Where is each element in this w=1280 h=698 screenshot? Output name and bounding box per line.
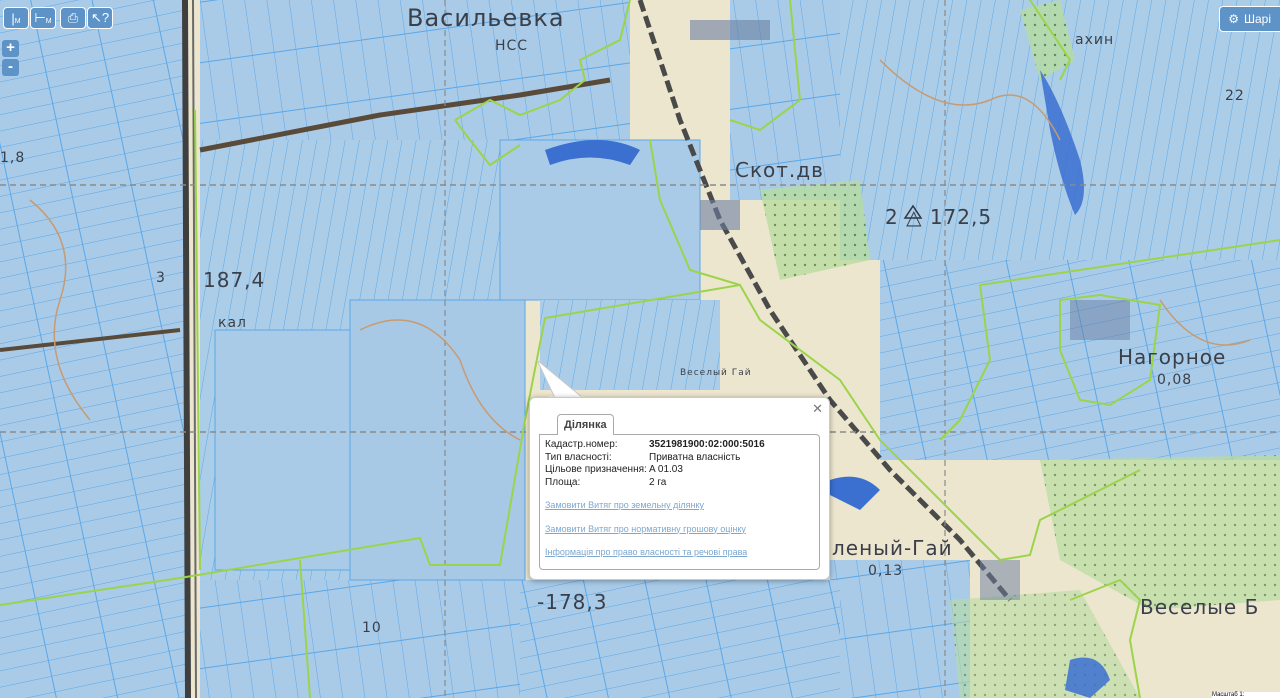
field-value: 2 га [649, 476, 667, 488]
map-label-elevation: 187,4 [203, 268, 266, 292]
tools-group: ⎙ ↖? [60, 7, 113, 29]
print-button[interactable]: ⎙ [60, 7, 86, 29]
share-label: Шарі [1243, 12, 1271, 26]
map-label-nahorne: Нагорное [1118, 345, 1227, 369]
ruler-unit: М [14, 17, 21, 25]
field-value: 3521981900:02:000:5016 [649, 439, 765, 450]
field-label: Площа: [545, 476, 581, 488]
map-label-vasylivka: Васильевка [407, 4, 565, 32]
map-label-veselyi-hai: Веселый Гай [680, 368, 752, 378]
field-value: Приватна власність [649, 451, 741, 463]
printer-icon: ⎙ [67, 10, 79, 25]
scale-indicator: Масштаб 1: [1212, 692, 1280, 698]
map-label-22: 22 [1225, 88, 1245, 104]
map-label-1783: -178,3 [537, 590, 608, 614]
area-icon: ⊢ [34, 10, 46, 25]
measure-area-button[interactable]: ⊢ М [30, 7, 56, 29]
map-toolbar: | М ⊢ М ⎙ ↖? [3, 7, 113, 29]
map-label-10: 10 [362, 620, 382, 636]
order-valuation-link[interactable]: Замовити Витяг про нормативну грошову оц… [545, 523, 815, 535]
parcel-info-popup: ✕ Ділянка Кадастр.номер: 3521981900:02:0… [529, 397, 830, 580]
zoom-control: + - [2, 40, 19, 76]
ownership-info-link[interactable]: Інформація про право власності та речові… [545, 546, 815, 558]
popup-links: Замовити Витяг про земельну ділянку Замо… [545, 499, 815, 558]
map-canvas[interactable] [0, 0, 1280, 698]
field-cadastral-number: Кадастр.номер: 3521981900:02:000:5016 [545, 439, 815, 452]
share-button[interactable]: ⚙ Шарі [1219, 6, 1280, 32]
field-label: Кадастр.номер: [545, 439, 618, 450]
map-label-3: 3 [156, 270, 166, 286]
map-label-skot: Скот.дв [735, 158, 824, 182]
zoom-in-button[interactable]: + [2, 40, 19, 57]
zoom-out-button[interactable]: - [2, 59, 19, 76]
close-icon[interactable]: ✕ [812, 401, 823, 417]
measure-distance-button[interactable]: | М [3, 7, 29, 29]
field-value: A 01.03 [649, 464, 683, 475]
measure-group: | М ⊢ М [3, 7, 56, 29]
map-label-nss: НСС [495, 38, 529, 54]
field-area: Площа: 2 га [545, 477, 815, 490]
field-label: Цільове призначення: [545, 464, 647, 475]
popup-content: Кадастр.номер: 3521981900:02:000:5016 Ти… [539, 434, 820, 570]
order-extract-link[interactable]: Замовити Витяг про земельну ділянку [545, 499, 815, 511]
area-unit: М [45, 17, 52, 25]
popup-pointer [536, 360, 585, 400]
field-ownership-type: Тип власності: Приватна власність [545, 452, 815, 465]
map-label-zelenyi-hai: леный-Гай [832, 536, 953, 560]
map-label-elevation-2: 2 △ 172,5 [885, 205, 993, 229]
gear-icon: ⚙ [1228, 12, 1239, 26]
map-label-013: 0,13 [868, 563, 904, 579]
map-label-008: 0,08 [1157, 372, 1193, 388]
map-label-akhin: ахин [1075, 32, 1115, 48]
map-label-veseli: Веселые Б [1140, 595, 1260, 619]
cadastral-map[interactable]: Васильевка НСС 1,8 3 187,4 кал Скот.дв 2… [0, 0, 1280, 698]
map-label-height: 1,8 [0, 150, 26, 166]
cursor-question-icon: ↖? [90, 10, 110, 25]
map-label-kal: кал [218, 315, 247, 331]
identify-button[interactable]: ↖? [87, 7, 113, 29]
tab-parcel[interactable]: Ділянка [557, 414, 614, 435]
field-label: Тип власності: [545, 451, 612, 463]
field-purpose: Цільове призначення: A 01.03 [545, 464, 815, 477]
